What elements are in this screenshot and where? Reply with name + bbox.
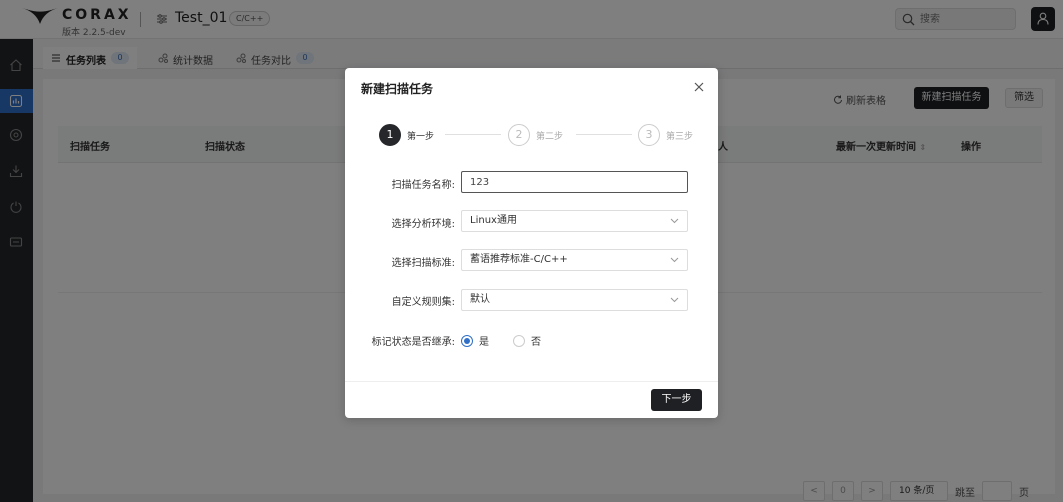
step-1: 1 第一步 bbox=[379, 124, 434, 146]
radio-yes[interactable] bbox=[461, 334, 473, 347]
step-label: 第二步 bbox=[536, 131, 564, 142]
dialog-footer-divider bbox=[345, 381, 718, 382]
inherit-radio-group: 是 否 bbox=[461, 333, 541, 348]
task-name-label: 扫描任务名称: bbox=[391, 180, 455, 191]
chevron-down-icon bbox=[670, 218, 679, 224]
step-number: 2 bbox=[508, 124, 530, 146]
ruleset-select[interactable]: 默认 bbox=[461, 289, 688, 311]
ruleset-label: 自定义规则集: bbox=[391, 297, 455, 308]
standard-label: 选择扫描标准: bbox=[391, 258, 455, 269]
step-connector bbox=[576, 134, 632, 135]
environment-value: Linux通用 bbox=[470, 215, 517, 226]
radio-no-label[interactable]: 否 bbox=[531, 333, 541, 348]
new-scan-task-dialog: 新建扫描任务 1 第一步 2 第二步 3 第三步 扫描任务名称: 选择分析环境:… bbox=[345, 68, 718, 418]
task-name-input[interactable] bbox=[461, 171, 688, 193]
chevron-down-icon bbox=[670, 257, 679, 263]
step-label: 第三步 bbox=[666, 131, 694, 142]
step-3: 3 第三步 bbox=[638, 124, 693, 146]
step-2: 2 第二步 bbox=[508, 124, 563, 146]
dialog-title: 新建扫描任务 bbox=[361, 82, 434, 96]
chevron-down-icon bbox=[670, 297, 679, 303]
ruleset-value: 默认 bbox=[470, 294, 490, 305]
next-step-button[interactable]: 下一步 bbox=[651, 389, 702, 411]
radio-yes-label[interactable]: 是 bbox=[479, 333, 489, 348]
environment-label: 选择分析环境: bbox=[391, 219, 455, 230]
radio-no[interactable] bbox=[513, 334, 525, 347]
step-label: 第一步 bbox=[407, 131, 435, 142]
environment-select[interactable]: Linux通用 bbox=[461, 210, 688, 232]
close-icon[interactable] bbox=[692, 80, 706, 94]
standard-value: 蓄语推荐标准-C/C++ bbox=[470, 254, 568, 265]
inherit-label: 标记状态是否继承: bbox=[371, 337, 455, 348]
step-number: 1 bbox=[379, 124, 401, 146]
step-connector bbox=[445, 134, 501, 135]
step-number: 3 bbox=[638, 124, 660, 146]
standard-select[interactable]: 蓄语推荐标准-C/C++ bbox=[461, 249, 688, 271]
